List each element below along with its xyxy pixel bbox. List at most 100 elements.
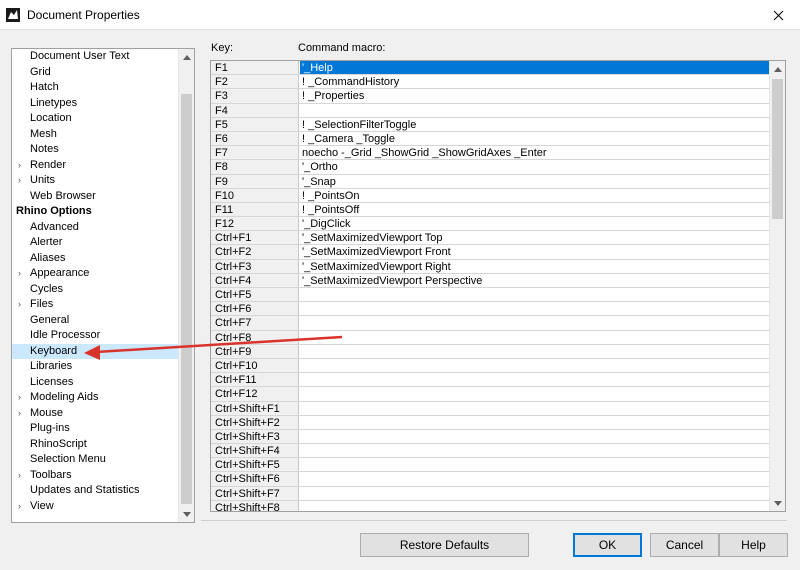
table-row[interactable]: Ctrl+Shift+F5 [211,458,771,473]
tree-item[interactable]: › Toolbars [12,468,179,484]
macro-cell[interactable] [300,458,771,471]
tree-item[interactable]: Licenses [12,375,179,391]
tree-item[interactable]: RhinoScript [12,437,179,453]
tree-item[interactable]: Linetypes [12,96,179,112]
tree-item[interactable]: Selection Menu [12,452,179,468]
table-row[interactable]: F11! _PointsOff [211,202,771,218]
tree-item[interactable]: › View [12,499,179,515]
table-row[interactable]: F8 '_Ortho [211,160,771,175]
table-row[interactable]: Ctrl+F4 '_SetMaximizedViewport Perspectiv… [211,273,771,288]
table-row[interactable]: Ctrl+F8 [211,330,771,345]
macro-cell[interactable] [300,302,771,315]
tree-scrollbar[interactable] [178,49,194,522]
macro-cell[interactable]: noecho -_Grid _ShowGrid _ShowGridAxes _E… [300,146,771,159]
tree-item[interactable]: Web Browser [12,189,179,205]
table-row[interactable]: Ctrl+F12 [211,387,771,402]
macro-cell[interactable]: '_Ortho [300,160,771,173]
tree-item[interactable]: Alerter [12,235,179,251]
tree-scroll-down-button[interactable] [179,506,194,522]
tree-item[interactable]: Plug-ins [12,421,179,437]
tree-item[interactable]: Location [12,111,179,127]
macro-cell[interactable] [300,288,771,301]
grid-scroll-down-button[interactable] [770,495,785,511]
table-row[interactable]: Ctrl+F11 [211,373,771,388]
macro-cell[interactable]: ! _Properties [300,89,771,102]
tree-item[interactable]: › Appearance [12,266,179,282]
macro-cell[interactable] [300,430,771,443]
tree-item[interactable]: Aliases [12,251,179,267]
tree-item[interactable]: Advanced [12,220,179,236]
macro-cell[interactable]: '_DigClick [300,217,771,230]
tree-scroll-up-button[interactable] [179,49,194,65]
tree-item[interactable]: Mesh [12,127,179,143]
table-row[interactable]: F1 '_Help [211,61,771,76]
expand-chevron-icon[interactable]: › [18,173,26,188]
tree-scroll-thumb[interactable] [181,94,192,504]
tree-item[interactable]: › Modeling Aids [12,390,179,406]
tree-section-header[interactable]: Rhino Options [12,204,179,220]
macro-cell[interactable] [300,402,771,415]
macro-cell[interactable] [300,104,771,117]
macro-cell[interactable]: '_SetMaximizedViewport Right [300,260,771,273]
macro-cell[interactable]: '_SetMaximizedViewport Perspective [300,274,771,287]
table-row[interactable]: Ctrl+F7 [211,316,771,331]
tree-item[interactable]: General [12,313,179,329]
close-button[interactable] [756,0,800,30]
tree-item[interactable]: Hatch [12,80,179,96]
table-row[interactable]: F9 '_Snap [211,174,771,189]
table-row[interactable]: Ctrl+Shift+F3 [211,429,771,445]
tree-item[interactable]: Cycles [12,282,179,298]
expand-chevron-icon[interactable]: › [18,266,26,281]
table-row[interactable]: F6! _Camera _Toggle [211,131,771,147]
table-row[interactable]: Ctrl+F3 '_SetMaximizedViewport Right [211,259,771,274]
tree-item[interactable]: Document User Text [12,49,179,65]
table-row[interactable]: Ctrl+Shift+F8 [211,500,771,511]
tree-item[interactable]: Grid [12,65,179,81]
macro-cell[interactable] [300,487,771,500]
tree-item[interactable]: › Files [12,297,179,313]
macro-cell[interactable] [300,331,771,344]
cancel-button[interactable]: Cancel [650,533,719,557]
table-row[interactable]: Ctrl+Shift+F2 [211,415,771,430]
expand-chevron-icon[interactable]: › [18,499,26,514]
ok-button[interactable]: OK [573,533,642,557]
tree-item[interactable]: Keyboard [12,343,179,359]
table-row[interactable]: Ctrl+F2 '_SetMaximizedViewport Front [211,245,771,260]
help-button[interactable]: Help [719,533,788,557]
keyboard-shortcut-grid[interactable]: F1 '_Help F2! _CommandHistory F3! _Properti… [210,60,786,512]
table-row[interactable]: F3! _Properties [211,89,771,104]
macro-cell[interactable] [300,387,771,400]
table-row[interactable]: Ctrl+F1 '_SetMaximizedViewport Top [211,231,771,246]
expand-chevron-icon[interactable]: › [18,390,26,405]
expand-chevron-icon[interactable]: › [18,158,26,173]
table-row[interactable]: Ctrl+Shift+F7 [211,486,771,501]
macro-cell[interactable] [300,316,771,329]
tree-item[interactable]: Libraries [12,359,179,375]
macro-cell[interactable]: ! _SelectionFilterToggle [300,118,771,131]
table-row[interactable]: F2! _CommandHistory [211,75,771,90]
table-row[interactable]: F10! _PointsOn [211,188,771,203]
expand-chevron-icon[interactable]: › [18,297,26,312]
macro-cell[interactable]: ! _CommandHistory [300,75,771,88]
grid-scroll-up-button[interactable] [770,61,785,77]
macro-cell[interactable]: '_SetMaximizedViewport Front [300,245,771,258]
table-row[interactable]: Ctrl+Shift+F1 [211,401,771,416]
macro-cell[interactable] [300,373,771,386]
tree-item[interactable]: Updates and Statistics [12,483,179,499]
tree-item[interactable]: › Render [12,158,179,174]
table-row[interactable]: F4 [211,103,771,118]
macro-cell[interactable] [300,444,771,457]
options-tree[interactable]: Document User Text Grid Hatch Linetypes Loca… [11,48,195,523]
table-row[interactable]: F12 '_DigClick [211,217,771,232]
macro-cell[interactable] [300,416,771,429]
tree-item[interactable]: Idle Processor [12,328,179,344]
macro-cell[interactable] [300,359,771,372]
tree-item[interactable]: › Units [12,173,179,189]
table-row[interactable]: F5! _SelectionFilterToggle [211,117,771,132]
tree-item[interactable]: Notes [12,142,179,158]
table-row[interactable]: Ctrl+Shift+F6 [211,472,771,487]
macro-cell[interactable]: ! _Camera _Toggle [300,132,771,145]
macro-cell[interactable]: '_SetMaximizedViewport Top [300,231,771,244]
macro-cell[interactable]: ! _PointsOn [300,189,771,202]
table-row[interactable]: F7 noecho -_Grid _ShowGrid _ShowGridAxes … [211,146,771,161]
